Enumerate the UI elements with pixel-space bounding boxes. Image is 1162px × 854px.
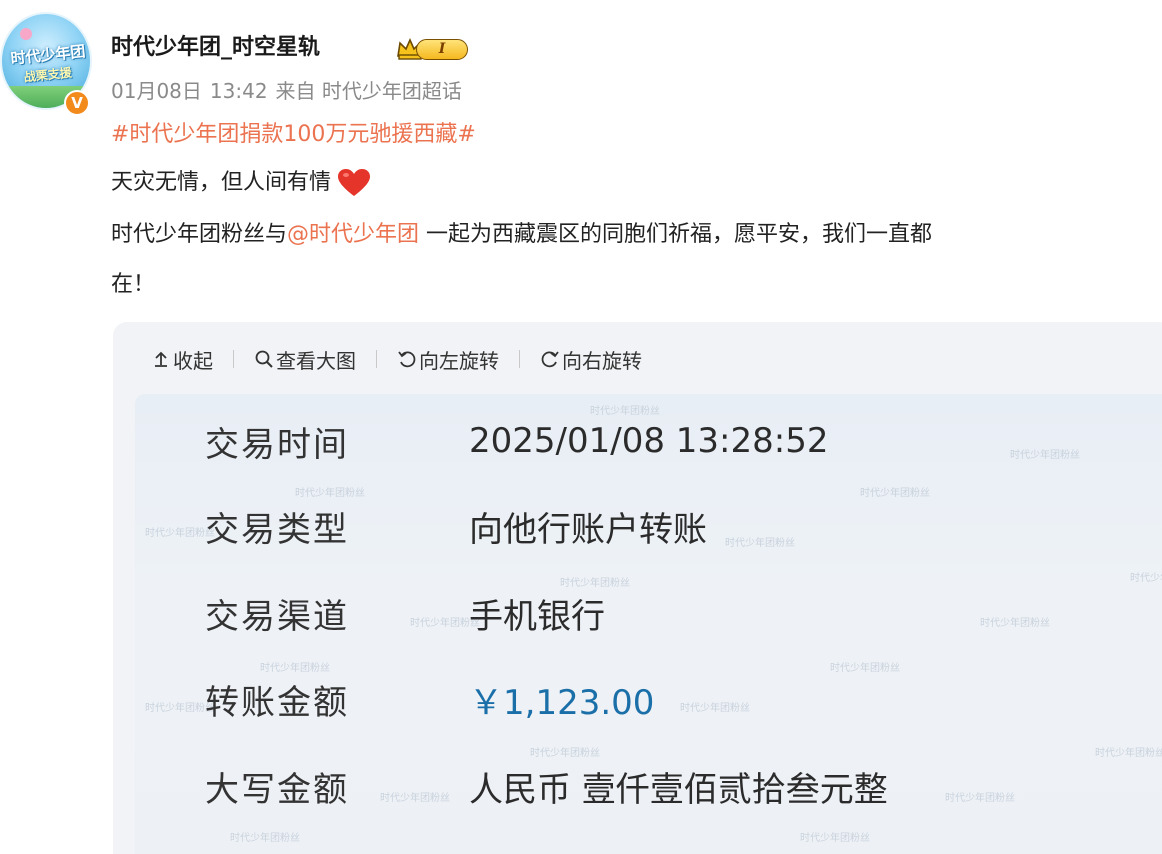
watermark: 时代少年团粉丝 — [980, 618, 1050, 629]
rotate-right-button[interactable]: 向右旋转 — [540, 345, 642, 374]
receipt-label: 交易渠道 — [205, 596, 349, 637]
watermark: 时代少年团粉丝 — [260, 663, 330, 674]
post-time[interactable]: 13:42 — [210, 79, 268, 103]
post-text-line: 时代少年团粉丝与@时代少年团 一起为西藏震区的同胞们祈福，愿平安，我们一直都 — [111, 218, 1162, 252]
watermark: 时代少年团粉丝 — [945, 793, 1015, 804]
watermark: 时代少年团粉丝 — [295, 488, 365, 499]
receipt-value: 手机银行 — [469, 596, 605, 637]
watermark: 时代少年团粉丝 — [530, 748, 600, 759]
post-text-line: 天灾无情，但人间有情 — [111, 168, 371, 198]
rotate-right-icon — [541, 351, 559, 368]
rotate-right-label: 向右旋转 — [562, 348, 642, 373]
weibo-post: 时代少年团 战栗支援 V 时代少年团_时空星轨 I 01月08日 13:42 来自 … — [0, 0, 1162, 854]
receipt-label: 交易时间 — [205, 424, 349, 465]
receipt-value: 2025/01/08 13:28:52 — [469, 421, 829, 461]
receipt-row-amount-words: 大写金额 人民币 壹仟壹佰贰拾叁元整 — [205, 761, 888, 811]
view-large-label: 查看大图 — [276, 348, 356, 373]
receipt-value: 向他行账户转账 — [469, 509, 707, 550]
magnifier-icon — [255, 350, 273, 368]
verified-badge-icon: V — [64, 90, 90, 116]
watermark: 时代少年团粉丝 — [680, 703, 750, 714]
toolbar-divider — [519, 350, 520, 368]
avatar-decoration — [20, 28, 32, 40]
post-text-line: 在！ — [111, 272, 156, 297]
mention-link[interactable]: @时代少年团 — [287, 222, 419, 247]
image-toolbar: 收起 查看大图 向左旋转 向右旋转 — [151, 344, 642, 374]
collapse-button[interactable]: 收起 — [151, 345, 213, 374]
rotate-left-button[interactable]: 向左旋转 — [397, 345, 499, 374]
collapse-arrow-icon — [155, 351, 167, 367]
expanded-image-panel: 收起 查看大图 向左旋转 向右旋转 时代少年团粉丝 时代少年团粉丝 时代少年团粉… — [113, 322, 1162, 854]
post-text: 一起为西藏震区的同胞们祈福，愿平安，我们一直都 — [419, 222, 933, 247]
post-text: 时代少年团粉丝与 — [111, 222, 288, 247]
watermark: 时代少年团粉丝 — [725, 538, 795, 549]
watermark: 时代少年团粉丝 — [590, 406, 660, 417]
receipt-amount-value: ￥1,123.00 — [469, 682, 655, 723]
watermark: 时代少年团粉丝 — [230, 833, 300, 844]
post-source[interactable]: 来自 时代少年团超话 — [276, 79, 462, 103]
toolbar-divider — [376, 350, 377, 368]
username[interactable]: 时代少年团_时空星轨 — [111, 34, 320, 62]
post-text: 天灾无情，但人间有情 — [111, 170, 332, 195]
receipt-row-time: 交易时间 2025/01/08 13:28:52 — [205, 416, 828, 466]
receipt-label: 转账金额 — [205, 682, 349, 723]
rotate-left-label: 向左旋转 — [419, 348, 499, 373]
watermark: 时代少年团粉丝 — [1095, 748, 1162, 759]
watermark: 时代少年团粉丝 — [560, 578, 630, 589]
watermark: 时代少年团粉丝 — [860, 488, 930, 499]
watermark: 时代少年团粉丝 — [1010, 450, 1080, 461]
heart-emoji-icon — [338, 169, 371, 196]
level-number: I — [416, 39, 468, 60]
fan-level-badge[interactable]: I — [396, 36, 470, 62]
watermark: 时代少年团粉丝 — [1130, 573, 1162, 584]
post-date[interactable]: 01月08日 — [111, 79, 202, 103]
rotate-left-icon — [398, 351, 416, 368]
transfer-receipt-image[interactable]: 时代少年团粉丝 时代少年团粉丝 时代少年团粉丝 时代少年团粉丝 时代少年团粉丝 … — [135, 394, 1162, 854]
post-meta: 01月08日 13:42 来自 时代少年团超话 — [111, 78, 470, 104]
watermark: 时代少年团粉丝 — [830, 663, 900, 674]
watermark: 时代少年团粉丝 — [800, 833, 870, 844]
receipt-row-channel: 交易渠道 手机银行 — [205, 588, 605, 638]
receipt-row-type: 交易类型 向他行账户转账 — [205, 501, 707, 551]
collapse-label: 收起 — [173, 348, 213, 373]
receipt-label: 大写金额 — [205, 769, 349, 810]
receipt-row-amount: 转账金额 ￥1,123.00 — [205, 674, 654, 724]
view-large-image-button[interactable]: 查看大图 — [254, 345, 356, 374]
topic-hashtag-link[interactable]: #时代少年团捐款100万元驰援西藏# — [111, 120, 476, 150]
receipt-label: 交易类型 — [205, 509, 349, 550]
toolbar-divider — [233, 350, 234, 368]
receipt-value: 人民币 壹仟壹佰贰拾叁元整 — [469, 769, 888, 810]
